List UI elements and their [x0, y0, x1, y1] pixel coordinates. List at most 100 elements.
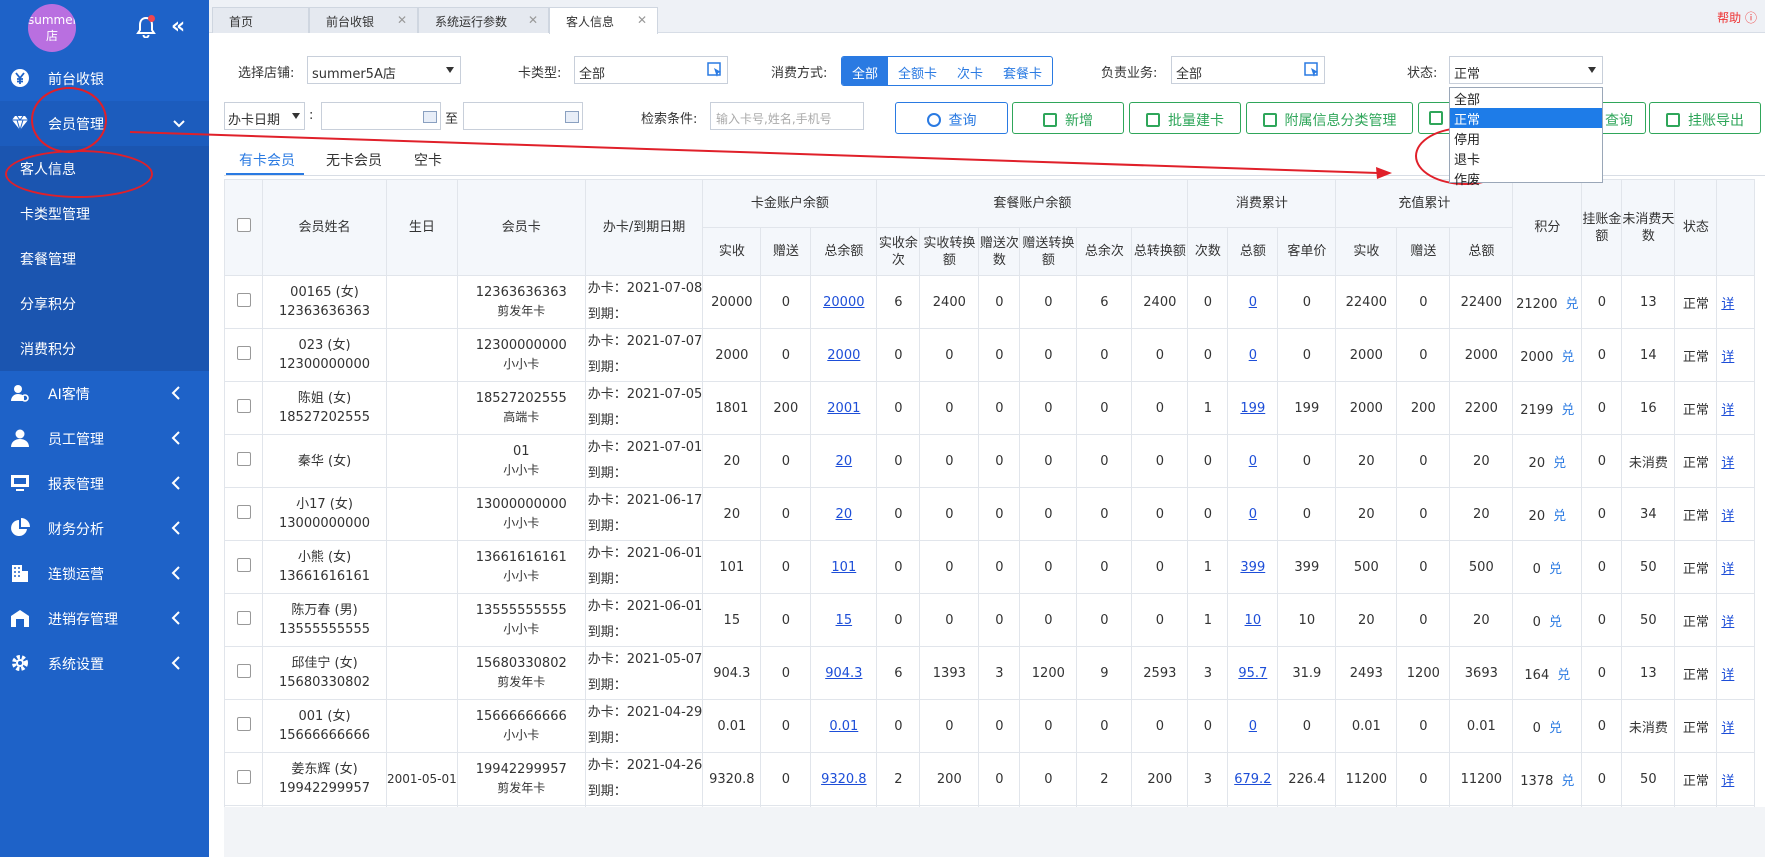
row-checkbox[interactable] — [236, 558, 251, 572]
end-date-input[interactable] — [463, 102, 583, 130]
detail-link[interactable]: 详 — [1721, 456, 1734, 471]
value-link[interactable]: 0.01 — [829, 719, 858, 734]
store-avatar[interactable]: summer5A店 — [28, 4, 76, 52]
value-link[interactable]: 15 — [836, 613, 853, 628]
horizontal-scrollbar-area[interactable] — [224, 807, 1765, 857]
sub-item-consume-points[interactable]: 消费积分 — [0, 326, 209, 371]
help-link[interactable]: 帮助 ⓘ — [1717, 9, 1757, 26]
table-row[interactable]: 陈姐 (女) 18527202555 18527202555 高端卡 办卡：2021-0… — [224, 381, 1756, 435]
row-checkbox[interactable] — [236, 505, 251, 519]
row-checkbox[interactable] — [236, 770, 251, 784]
table-row[interactable]: 00165 (女) 12363636363 12363636363 剪发年卡 办卡：20… — [224, 275, 1756, 329]
value-link[interactable]: 2000 — [827, 348, 860, 363]
member-table-container[interactable]: 会员姓名 生日 会员卡 办卡/到期日期 卡金账户余额 套餐账户余额 消费累计 充… — [224, 179, 1765, 807]
row-checkbox[interactable] — [236, 452, 251, 466]
picker-icon[interactable] — [707, 62, 723, 78]
redeem-link[interactable]: 兑 — [1553, 456, 1566, 471]
status-option-void[interactable]: 作废 — [1450, 168, 1602, 188]
value-link[interactable]: 20000 — [823, 295, 864, 310]
row-checkbox[interactable] — [236, 293, 251, 307]
sub-item-share-points[interactable]: 分享积分 — [0, 281, 209, 326]
row-checkbox[interactable] — [236, 611, 251, 625]
detail-link[interactable]: 详 — [1721, 509, 1734, 524]
subtab-empty-cards[interactable]: 空卡 — [414, 150, 442, 170]
row-checkbox[interactable] — [236, 664, 251, 678]
redeem-link[interactable]: 兑 — [1561, 350, 1574, 365]
table-row[interactable]: 小17 (女) 13000000000 13000000000 小小卡 办卡：2021-… — [224, 487, 1756, 541]
value-link[interactable]: 10 — [1245, 613, 1262, 628]
owner-select[interactable]: 全部 — [1171, 56, 1325, 84]
subtab-no-card-members[interactable]: 无卡会员 — [326, 150, 382, 170]
detail-link[interactable]: 详 — [1721, 721, 1734, 736]
sub-item-packages[interactable]: 套餐管理 — [0, 236, 209, 281]
calendar-icon[interactable] — [565, 111, 579, 123]
detail-link[interactable]: 详 — [1721, 774, 1734, 789]
value-link[interactable]: 199 — [1240, 401, 1265, 416]
status-option-normal[interactable]: 正常 — [1450, 108, 1602, 128]
cardtype-select[interactable]: 全部 — [574, 56, 728, 84]
table-row[interactable]: 小熊 (女) 13661616161 13661616161 小小卡 办卡：2021-0… — [224, 540, 1756, 594]
value-link[interactable]: 0 — [1249, 507, 1257, 522]
value-link[interactable]: 9320.8 — [821, 772, 867, 787]
search-input[interactable]: 输入卡号,姓名,手机号 — [710, 102, 864, 130]
redeem-link[interactable]: 兑 — [1557, 668, 1570, 683]
detail-link[interactable]: 详 — [1721, 350, 1734, 365]
value-link[interactable]: 0 — [1249, 295, 1257, 310]
consume-option-times[interactable]: 次卡 — [947, 57, 993, 85]
value-link[interactable]: 399 — [1240, 560, 1265, 575]
attach-info-button[interactable]: 附属信息分类管理 — [1246, 102, 1413, 134]
nav-item-staff[interactable]: 员工管理 — [0, 416, 209, 461]
redeem-link[interactable]: 兑 — [1549, 721, 1562, 736]
add-button[interactable]: 新增 — [1012, 102, 1124, 134]
detail-link[interactable]: 详 — [1721, 615, 1734, 630]
query-button[interactable]: 查询 — [895, 102, 1008, 134]
status-select[interactable]: 正常 — [1449, 56, 1603, 84]
table-row[interactable]: 姜东辉 (女) 19942299957 2001-05-01 19942299957 剪… — [224, 752, 1756, 806]
value-link[interactable]: 20 — [836, 507, 853, 522]
value-link[interactable]: 0 — [1249, 454, 1257, 469]
nav-item-cashier[interactable]: 前台收银 — [0, 56, 209, 101]
date-type-select[interactable]: 办卡日期 — [224, 102, 305, 130]
value-link[interactable]: 101 — [831, 560, 856, 575]
value-link[interactable]: 20 — [836, 454, 853, 469]
row-checkbox[interactable] — [236, 399, 251, 413]
nav-item-ai[interactable]: AI客情 — [0, 371, 209, 416]
status-option-all[interactable]: 全部 — [1450, 88, 1602, 108]
value-link[interactable]: 0 — [1249, 348, 1257, 363]
tab-cashier[interactable]: 前台收银 ✕ — [309, 7, 418, 33]
nav-item-inventory[interactable]: 进销存管理 — [0, 596, 209, 641]
detail-link[interactable]: 详 — [1721, 562, 1734, 577]
value-link[interactable]: 2001 — [827, 401, 860, 416]
consume-option-all[interactable]: 全部 — [842, 57, 889, 85]
export-debt-button[interactable]: 挂账导出 — [1649, 102, 1761, 134]
table-row[interactable]: 023 (女) 12300000000 12300000000 小小卡 办卡：2021-… — [224, 328, 1756, 382]
table-row[interactable]: 秦华 (女) 01 小小卡 办卡：2021-07-01 到期： 20 0 20 0 0 0 0 0 0 0 0… — [224, 434, 1756, 488]
nav-item-chain[interactable]: 连锁运营 — [0, 551, 209, 596]
picker-icon[interactable] — [1304, 62, 1320, 78]
tab-home[interactable]: 首页 — [212, 7, 309, 33]
table-row[interactable]: 邱佳宁 (女) 15680330802 15680330802 剪发年卡 办卡：2021… — [224, 646, 1756, 700]
calendar-icon[interactable] — [423, 111, 437, 123]
value-link[interactable]: 679.2 — [1234, 772, 1271, 787]
sub-item-card-types[interactable]: 卡类型管理 — [0, 191, 209, 236]
close-icon[interactable]: ✕ — [637, 13, 647, 27]
batch-create-button[interactable]: 批量建卡 — [1129, 102, 1241, 134]
detail-link[interactable]: 详 — [1721, 668, 1734, 683]
status-option-refund[interactable]: 退卡 — [1450, 148, 1602, 168]
subtab-card-members[interactable]: 有卡会员 — [239, 150, 295, 170]
detail-link[interactable]: 详 — [1721, 403, 1734, 418]
redeem-link[interactable]: 兑 — [1566, 297, 1579, 312]
table-row[interactable]: 001 (女) 15666666666 15666666666 小小卡 办卡：2021-… — [224, 699, 1756, 753]
consume-option-package[interactable]: 套餐卡 — [993, 57, 1052, 85]
redeem-link[interactable]: 兑 — [1561, 403, 1574, 418]
close-icon[interactable]: ✕ — [397, 13, 407, 27]
start-date-input[interactable] — [321, 102, 441, 130]
status-option-disabled[interactable]: 停用 — [1450, 128, 1602, 148]
detail-link[interactable]: 详 — [1721, 297, 1734, 312]
close-icon[interactable]: ✕ — [528, 13, 538, 27]
nav-item-settings[interactable]: 系统设置 — [0, 641, 209, 686]
redeem-link[interactable]: 兑 — [1549, 615, 1562, 630]
consume-option-full[interactable]: 全额卡 — [888, 57, 947, 85]
nav-item-reports[interactable]: 报表管理 — [0, 461, 209, 506]
select-all-checkbox[interactable] — [236, 218, 251, 232]
